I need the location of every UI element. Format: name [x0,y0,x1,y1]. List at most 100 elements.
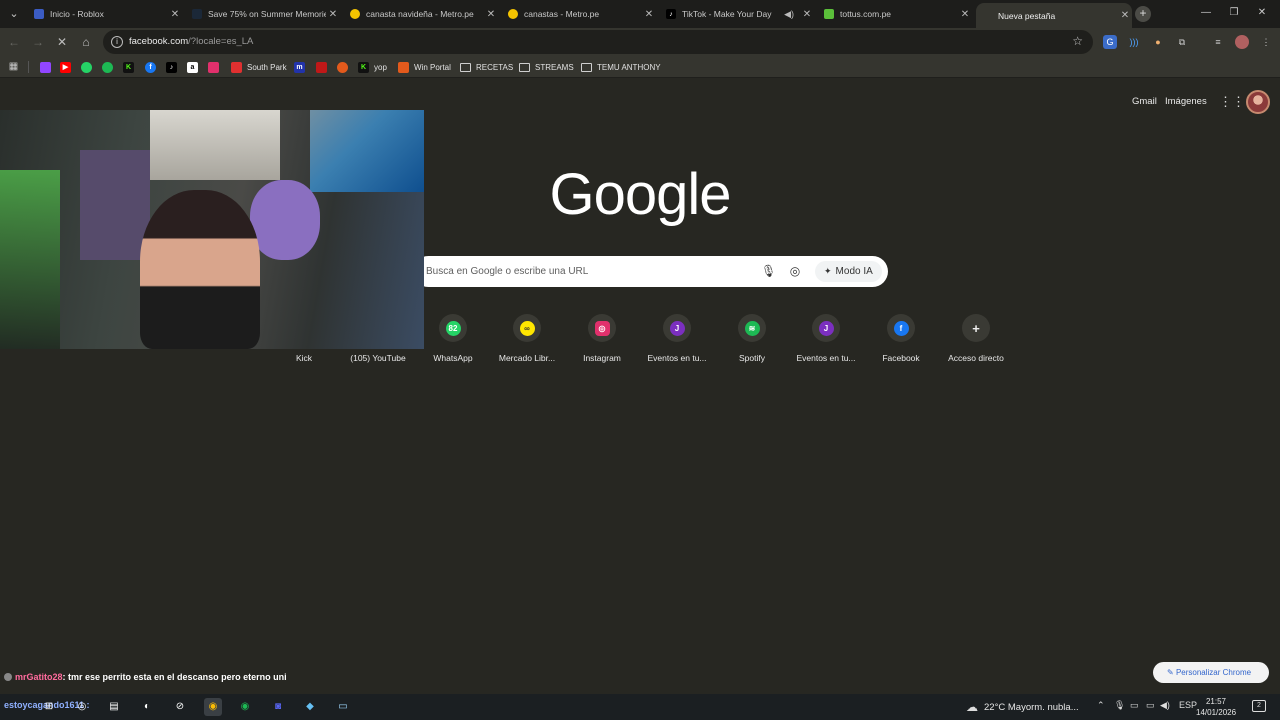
profile-avatar-icon[interactable] [1235,35,1249,49]
close-window-button[interactable]: ✕ [1252,5,1272,21]
volume-icon[interactable]: ◀) [1160,700,1170,711]
discord-icon[interactable]: ◙ [269,698,287,716]
microphone-icon[interactable]: 🎙 [761,262,776,280]
bookmark-amazon[interactable]: a [187,61,203,73]
minimize-button[interactable]: — [1196,5,1216,21]
metro-icon [350,9,360,19]
puzzle-extensions-icon[interactable]: ⧉ [1175,35,1189,49]
start-icon[interactable]: ⊞ [40,698,58,716]
close-icon[interactable]: ✕ [1118,10,1132,21]
bookmark-twitch[interactable] [40,61,56,73]
address-bar[interactable]: i facebook.com/?locale=es_LA ☆ [103,30,1093,54]
menu-icon[interactable]: ⋮ [1259,35,1273,49]
notifications-icon[interactable]: 2 [1252,700,1266,712]
bookmark-south-park[interactable]: South Park [231,61,287,73]
tab-tottus[interactable]: tottus.com.pe ✕ [816,3,972,25]
shortcut-circle: J [812,314,840,342]
steam-icon[interactable]: ◆ [301,698,319,716]
bookmark-folder-streams[interactable]: STREAMS [519,61,574,73]
ai-mode-label: Modo IA [835,266,873,277]
weather-widget[interactable]: ☁ 22°C Mayorm. nubla... [966,700,1079,714]
spotify-icon[interactable]: ◉ [236,698,254,716]
shortcut-eventos-2[interactable]: J Eventos en tu... [789,314,863,370]
speaker-icon[interactable]: ◀) [784,9,794,20]
shortcut-mercadolibre[interactable]: ∞ Mercado Libr... [490,314,564,370]
bookmark-m[interactable]: m [294,61,310,73]
youtube-icon: ▶ [60,61,71,73]
shortcut-label: Spotify [739,353,765,363]
tab-metro-2[interactable]: canastas - Metro.pe ✕ [500,3,656,25]
close-icon[interactable]: ✕ [958,9,972,20]
microphone-icon[interactable]: 🎙 [1114,700,1125,711]
close-icon[interactable]: ✕ [800,9,814,20]
language-indicator[interactable]: ESP [1179,700,1197,710]
bookmark-label: TEMU ANTHONY [597,62,661,72]
apps-grid-icon[interactable]: ▦ [8,61,19,72]
customize-chrome-button[interactable]: ✎ Personalizar Chrome [1153,662,1269,683]
bookmark-win-portal[interactable]: Win Portal [398,61,451,73]
bookmark-tiktok[interactable]: ♪ [166,61,182,73]
bookmark-red[interactable] [316,61,332,73]
bookmark-orange[interactable] [337,61,353,73]
lens-icon[interactable]: ◎ [788,263,802,279]
shortcut-circle: 82 [439,314,467,342]
forward-button[interactable]: → [30,34,46,50]
tab-search-icon[interactable]: ⌄ [6,6,22,22]
bookmark-facebook[interactable]: f [145,61,161,73]
new-tab-button[interactable]: + [1135,6,1151,22]
bookmark-youtube[interactable]: ▶ [60,61,76,73]
bookmark-instagram[interactable] [208,61,224,73]
ai-mode-button[interactable]: ✦ Modo IA [815,261,882,282]
stop-loading-button[interactable]: ✕ [54,34,70,50]
search-box[interactable]: Busca en Google o escribe una URL 🎙 ◎ ✦ M… [413,256,888,287]
tab-steam[interactable]: Save 75% on Summer Memories ✕ [184,3,340,25]
back-button[interactable]: ← [6,34,22,50]
search-input[interactable]: Busca en Google o escribe una URL [426,266,588,277]
shortcut-eventos-1[interactable]: J Eventos en tu... [640,314,714,370]
network-icon[interactable]: ▭ [1146,700,1155,711]
shortcut-spotify[interactable]: ≋ Spotify [715,314,789,370]
bookmark-yop[interactable]: Kyop [358,61,387,73]
bookmark-folder-temu[interactable]: TEMU ANTHONY [581,61,661,73]
home-button[interactable]: ⌂ [78,34,94,50]
bookmark-spotify[interactable] [102,61,118,73]
translate-extension-icon[interactable]: G [1103,35,1117,49]
bookmark-star-icon[interactable]: ☆ [1072,34,1083,48]
bookmark-kick[interactable]: K [123,61,139,73]
tab-metro-1[interactable]: canasta navideña - Metro.pe ✕ [342,3,498,25]
clock[interactable]: 21:57 14/01/2026 [1196,696,1236,718]
account-avatar[interactable] [1246,90,1270,114]
tab-new-tab[interactable]: Nueva pestaña ✕ [976,3,1132,28]
shortcut-instagram[interactable]: ◎ Instagram [565,314,639,370]
bookmark-whatsapp[interactable] [81,61,97,73]
site-info-icon[interactable]: i [111,36,123,48]
shortcut-add[interactable]: + Acceso directo [939,314,1013,370]
extension-icon[interactable]: ● [1151,35,1165,49]
bookmark-folder-recetas[interactable]: RECETAS [460,61,513,73]
images-link[interactable]: Imágenes [1165,96,1207,107]
tab-roblox[interactable]: Inicio - Roblox ✕ [26,3,182,25]
wifi-extension-icon[interactable]: ))) [1127,35,1141,49]
customize-label: Personalizar Chrome [1175,668,1252,677]
shortcut-circle: ∞ [513,314,541,342]
close-icon[interactable]: ✕ [484,9,498,20]
url-text[interactable]: facebook.com/?locale=es_LA [129,36,253,47]
notes-icon[interactable]: ▭ [334,698,352,716]
close-icon[interactable]: ✕ [642,9,656,20]
gmail-link[interactable]: Gmail [1132,96,1157,107]
media-control-icon[interactable]: ≡ [1211,35,1225,49]
shortcut-facebook[interactable]: f Facebook [864,314,938,370]
explorer-icon[interactable]: ▤ [105,698,123,716]
restore-button[interactable]: ❐ [1224,5,1244,21]
shortcut-whatsapp[interactable]: 82 WhatsApp [416,314,490,370]
tab-tiktok[interactable]: ♪ TikTok - Make Your Day ◀) ✕ [658,3,814,25]
close-icon[interactable]: ✕ [326,9,340,20]
taskview-icon[interactable]: ◎ [73,698,91,716]
close-icon[interactable]: ✕ [168,9,182,20]
chevron-up-icon[interactable]: ⌃ [1097,700,1105,711]
chrome-icon[interactable]: ◉ [204,698,222,716]
monitor-icon[interactable]: ▭ [1130,700,1139,711]
shortcut-circle: ≋ [738,314,766,342]
obs-icon[interactable]: ◐ [138,698,156,716]
overwatch-icon[interactable]: ⊘ [171,698,189,716]
